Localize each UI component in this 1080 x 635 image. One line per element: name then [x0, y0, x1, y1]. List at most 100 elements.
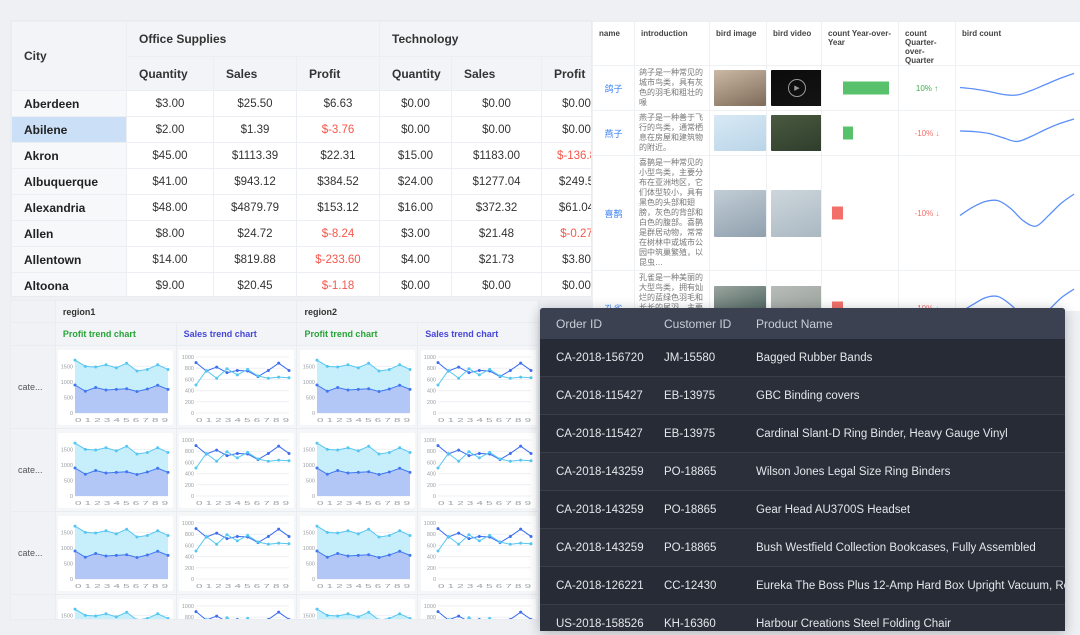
- bird-image[interactable]: [714, 115, 766, 151]
- order-row[interactable]: CA-2018-126221 CC-12430 Eureka The Boss Pl…: [540, 566, 1065, 605]
- order-table: Order ID Customer ID Product Name CA-2018-1…: [540, 308, 1065, 631]
- pivot-city-cell[interactable]: Allen: [11, 220, 127, 247]
- svg-text:200: 200: [426, 482, 435, 488]
- svg-text:0: 0: [433, 494, 436, 500]
- pivot-col-header: Sales: [451, 56, 542, 91]
- order-row[interactable]: CA-2018-115427 EB-13975 GBC Binding covers: [540, 376, 1065, 415]
- profit-trend-chart-label: Profit trend chart: [55, 323, 177, 346]
- order-row[interactable]: CA-2018-143259 PO-18865 Bush Westfield Col…: [540, 528, 1065, 567]
- pivot-value-cell: $0.00: [451, 116, 542, 143]
- svg-text:1000: 1000: [423, 355, 435, 361]
- pivot-value-cell: $819.88: [213, 246, 297, 273]
- pivot-city-cell[interactable]: Abilene: [11, 116, 127, 143]
- pivot-value-cell: $-8.24: [296, 220, 380, 247]
- pivot-value-cell: $3.80: [541, 246, 591, 273]
- qoq-value: -10% ↓: [914, 128, 940, 138]
- order-row[interactable]: CA-2018-115427 EB-13975 Cardinal Slant-D R…: [540, 414, 1065, 453]
- product-name-cell: Bagged Rubber Bands: [740, 339, 1065, 377]
- product-name-cell: Bush Westfield Collection Bookcases, Ful…: [740, 528, 1065, 567]
- bird-yoy-cell: [821, 65, 899, 111]
- pivot-value-cell: $-1.18: [296, 272, 380, 296]
- pivot-value-cell: $14.00: [126, 246, 214, 273]
- qoq-value: -10% ↓: [914, 208, 940, 218]
- order-id-cell: CA-2018-156720: [540, 339, 648, 377]
- order-row[interactable]: US-2018-158526 KH-16360 Harbour Creations …: [540, 604, 1065, 631]
- bird-image[interactable]: [714, 70, 766, 106]
- bird-image[interactable]: [714, 189, 766, 237]
- pivot-row: Albuquerque $41.00 $943.12 $384.52 $24.00 $12…: [11, 168, 591, 195]
- region-header-2: region2: [297, 301, 539, 323]
- pivot-value-cell: $3.00: [379, 220, 452, 247]
- pivot-value-cell: $384.52: [296, 168, 380, 195]
- svg-text:600: 600: [426, 460, 435, 466]
- profit-chart-cell: 0500100015000 1 2 3 4 5 6 7 8 9: [55, 595, 177, 619]
- profit-chart-cell: 0500100015000 1 2 3 4 5 6 7 8 9: [55, 429, 177, 512]
- bird-video[interactable]: [771, 115, 821, 151]
- order-row[interactable]: CA-2018-143259 PO-18865 Gear Head AU3700S …: [540, 490, 1065, 529]
- bird-col-header: name: [592, 21, 635, 66]
- bird-qoq-cell: -10% ↓: [898, 110, 956, 156]
- bird-row: 孔雀孔雀是一种美丽的大型鸟类，拥有灿烂的蓝绿色羽毛和长长的尾羽，主要生活在南亚地…: [592, 270, 1080, 311]
- product-name-cell: Eureka The Boss Plus 12-Amp Hard Box Upr…: [740, 566, 1065, 605]
- order-id-cell: CA-2018-126221: [540, 566, 648, 605]
- sales-trend-chart-panel: 0 200 400 600 800 1000 0 1 2 3 4 5 6 7 8 9: [179, 515, 295, 591]
- bird-name-link[interactable]: 喜鹊: [592, 155, 635, 271]
- pivot-col-header: Quantity: [379, 56, 452, 91]
- pivot-city-cell[interactable]: Albuquerque: [11, 168, 127, 195]
- svg-text:500: 500: [306, 395, 315, 401]
- bird-count-sparkline: [961, 288, 1075, 311]
- svg-text:0 1 2 3 4 5 6 7 8 9: 0 1 2 3 4 5 6 7 8 9: [75, 584, 168, 590]
- bird-col-header: count Year-over-Year: [821, 21, 899, 66]
- pivot-value-cell: $1277.04: [451, 168, 542, 195]
- chart-grid-region-header-row: region1 region2: [11, 301, 539, 323]
- bird-row: 燕子 燕子是一种善于飞行的鸟类，通常栖息在房屋和建筑物的附近。 -10% ↓: [592, 110, 1080, 156]
- pivot-city-cell[interactable]: Altoona: [11, 272, 127, 296]
- pivot-value-cell: $943.12: [213, 168, 297, 195]
- pivot-city-cell[interactable]: Alexandria: [11, 194, 127, 221]
- bird-video[interactable]: ▶: [771, 70, 821, 106]
- svg-text:600: 600: [426, 377, 435, 383]
- pivot-row: Altoona $9.00 $20.45 $-1.18 $0.00 $0.00 $0.00: [11, 272, 591, 296]
- pivot-city-cell[interactable]: Allentown: [11, 246, 127, 273]
- svg-text:1000: 1000: [303, 462, 315, 468]
- svg-text:1500: 1500: [61, 447, 73, 453]
- sales-trend-chart-panel: 0 200 400 600 800 1000 0 1 2 3 4 5 6 7 8 9: [420, 432, 536, 508]
- order-row[interactable]: CA-2018-156720 JM-15580 Bagged Rubber Band…: [540, 339, 1065, 377]
- bird-name-link[interactable]: 燕子: [592, 110, 635, 156]
- bird-name-link[interactable]: 鸽子: [592, 65, 635, 111]
- bird-video[interactable]: [771, 189, 821, 237]
- svg-text:1500: 1500: [303, 364, 315, 370]
- bird-name-link[interactable]: 孔雀: [592, 270, 635, 311]
- profit-trend-chart-panel: 0 500 1000 1500 0 1 2 3 4 5 6 7 8 9: [58, 515, 174, 591]
- bird-video-cell: [766, 270, 822, 311]
- pivot-value-cell: $2.00: [126, 116, 214, 143]
- svg-text:1000: 1000: [61, 462, 73, 468]
- play-icon[interactable]: ▶: [788, 79, 806, 97]
- yoy-bar-down: [832, 206, 844, 220]
- svg-text:800: 800: [426, 449, 435, 455]
- category-row-label: cate...: [11, 429, 56, 512]
- sales-chart-cell: 0 200 400 600 800 1000 0 1 2 3 4 5 6 7 8 9: [176, 429, 298, 512]
- svg-text:200: 200: [426, 399, 435, 405]
- svg-text:0 1 2 3 4 5 6 7 8 9: 0 1 2 3 4 5 6 7 8 9: [438, 418, 531, 424]
- chart-grid-row: cate...0500100015000 1 2 3 4 5 6 7 8 902…: [11, 429, 539, 512]
- order-row[interactable]: CA-2018-143259 PO-18865 Wilson Jones Legal…: [540, 452, 1065, 491]
- pivot-city-cell[interactable]: Aberdeen: [11, 90, 127, 117]
- dashboard-canvas: City Office Supplies Technology Quantity Sal…: [0, 0, 1080, 635]
- pivot-row: Allen $8.00 $24.72 $-8.24 $3.00 $21.48 $-0.27: [11, 220, 591, 247]
- svg-text:0: 0: [433, 411, 436, 417]
- chart-grid-row: cate...0500100015000 1 2 3 4 5 6 7 8 902…: [11, 346, 539, 429]
- sales-chart-cell: 0 200 400 600 800 1000 0 1 2 3 4 5 6 7 8 9: [418, 346, 539, 429]
- bird-image-cell: [709, 270, 767, 311]
- svg-text:800: 800: [426, 615, 435, 620]
- pivot-city-cell[interactable]: Akron: [11, 142, 127, 169]
- sales-trend-chart: 020040060080010000 1 2 3 4 5 6 7 8 9: [182, 604, 291, 619]
- bird-count-sparkline: [959, 193, 1075, 227]
- svg-text:1500: 1500: [61, 530, 73, 536]
- svg-text:600: 600: [185, 377, 194, 383]
- svg-text:0 1 2 3 4 5 6 7 8 9: 0 1 2 3 4 5 6 7 8 9: [438, 584, 531, 590]
- pivot-row: Alexandria $48.00 $4879.79 $153.12 $16.00 $37…: [11, 194, 591, 221]
- profit-trend-chart-panel: 0 500 1000 1500 0 1 2 3 4 5 6 7 8 9: [299, 432, 415, 508]
- profit-trend-chart: 0 500 1000 1500 0 1 2 3 4 5 6 7 8 9: [61, 441, 170, 507]
- svg-text:0: 0: [70, 577, 73, 583]
